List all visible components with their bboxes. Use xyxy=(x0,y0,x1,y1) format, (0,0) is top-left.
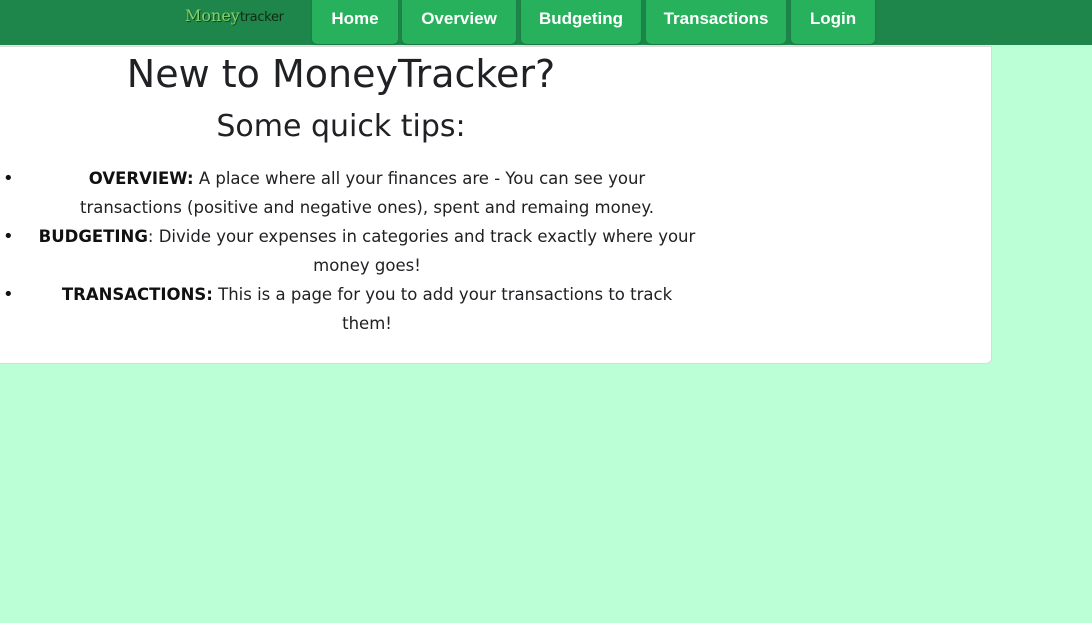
bullet-icon: • xyxy=(3,168,14,189)
nav-login-button[interactable]: Login xyxy=(791,0,875,44)
bullet-icon: • xyxy=(3,226,14,247)
tip-term: BUDGETING xyxy=(38,227,148,246)
logo-tracker-text: tracker xyxy=(239,10,284,25)
nav-home-button[interactable]: Home xyxy=(312,0,398,44)
tip-term: OVERVIEW: xyxy=(88,169,194,188)
bullet-icon: • xyxy=(3,284,14,305)
tip-budgeting: • BUDGETING: Divide your expenses in cat… xyxy=(0,222,696,280)
tip-text: This is a page for you to add your trans… xyxy=(212,285,673,333)
logo-money-text: Money xyxy=(185,6,240,25)
welcome-card: New to MoneyTracker? Some quick tips: • … xyxy=(0,46,992,364)
tips-list: • OVERVIEW: A place where all your finan… xyxy=(0,164,729,338)
tip-text: : Divide your expenses in categories and… xyxy=(147,227,696,275)
top-navbar: Money tracker Home Overview Budgeting Tr… xyxy=(0,0,1092,45)
nav-budgeting-button[interactable]: Budgeting xyxy=(521,0,641,44)
app-logo[interactable]: Money tracker xyxy=(185,6,284,30)
nav-transactions-button[interactable]: Transactions xyxy=(646,0,786,44)
tip-transactions: • TRANSACTIONS: This is a page for you t… xyxy=(0,280,696,338)
tip-term: TRANSACTIONS: xyxy=(61,285,213,304)
page-title: New to MoneyTracker? xyxy=(126,52,556,96)
nav-overview-button[interactable]: Overview xyxy=(402,0,516,44)
tip-overview: • OVERVIEW: A place where all your finan… xyxy=(0,164,696,222)
tips-heading: Some quick tips: xyxy=(216,109,466,144)
